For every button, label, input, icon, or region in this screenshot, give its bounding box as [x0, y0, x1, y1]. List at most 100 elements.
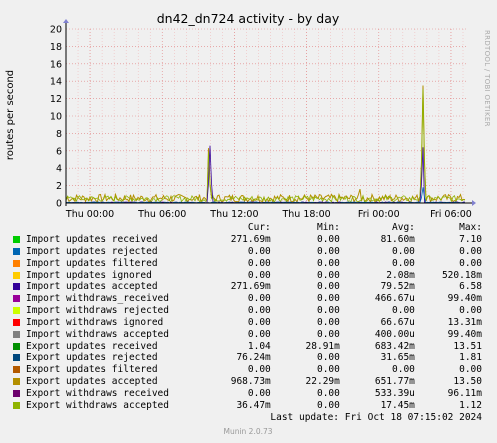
y-axis-label: routes per second: [5, 70, 16, 160]
legend-swatch: [13, 271, 20, 279]
legend-cur: 0.00: [247, 245, 271, 257]
legend-series-name: Export updates filtered: [26, 364, 158, 376]
legend-max: 13.51: [453, 340, 482, 352]
legend-max: 1.81: [459, 352, 482, 364]
legend-cur: 0.00: [247, 364, 271, 376]
legend-max: 0.00: [459, 364, 482, 376]
legend-max: 0.00: [459, 245, 482, 257]
legend-max: 6.58: [459, 281, 482, 293]
legend-min: 22.29m: [305, 376, 340, 388]
legend-avg: 0.00: [392, 305, 415, 317]
y-tick-label: 2: [56, 181, 62, 192]
legend-swatch: [13, 366, 20, 374]
legend-avg: 31.65m: [380, 352, 415, 364]
legend-series-name: Import withdraws accepted: [26, 328, 169, 340]
legend-min: 0.00: [316, 293, 340, 305]
legend-cur: 0.00: [247, 305, 271, 317]
legend-avg: 466.67u: [374, 293, 415, 305]
legend-header: Cur: Min: Avg: Max:: [12, 222, 482, 234]
x-tick-label: Fri 00:00: [358, 209, 400, 220]
legend-series-name: Export withdraws received: [26, 387, 169, 399]
legend-min: 0.00: [316, 352, 340, 364]
series-line: [66, 145, 465, 204]
legend-swatch: [13, 378, 20, 386]
x-tick-label: Thu 18:00: [281, 209, 330, 220]
legend-swatch: [13, 318, 20, 326]
legend-min: 0.00: [316, 269, 340, 281]
y-tick-label: 10: [50, 112, 62, 123]
legend-swatch: [13, 247, 20, 255]
legend-min: 0.00: [316, 399, 340, 411]
legend-series-name: Import withdraws ignored: [26, 316, 164, 328]
legend-row: Import updates filtered 0.00 0.00 0.00 0.00: [12, 258, 482, 270]
legend-avg: 533.39u: [374, 387, 415, 399]
legend-series-name: Export updates accepted: [26, 376, 158, 388]
legend-series-name: Export updates received: [26, 340, 158, 352]
legend-avg: 0.00: [392, 245, 415, 257]
legend-series-name: Export updates rejected: [26, 352, 158, 364]
legend-cur: 271.69m: [230, 234, 271, 245]
legend-cur: 0.00: [247, 293, 271, 305]
legend-avg: 2.08m: [386, 269, 415, 281]
legend-max: 96.11m: [447, 387, 482, 399]
legend-row: Import updates ignored 0.00 0.00 2.08m 520.1…: [12, 270, 482, 282]
y-ticks: 0 2 4 6 8 10 12 14 16 18 20: [50, 25, 62, 210]
legend-swatch: [13, 259, 20, 267]
legend-row: Export updates accepted 968.73m 22.29m 651.…: [12, 376, 482, 388]
y-tick-label: 6: [56, 146, 62, 157]
legend-swatch: [13, 401, 20, 409]
y-axis-arrow: [63, 19, 69, 23]
x-axis-arrow: [472, 200, 476, 206]
legend-series-name: Export withdraws accepted: [26, 399, 169, 411]
chart-title: dn42_dn724 activity - by day: [157, 11, 340, 26]
grid: [65, 28, 466, 204]
legend-cur: 968.73m: [230, 376, 271, 388]
legend-swatch: [13, 295, 20, 303]
legend-min: 28.91m: [305, 340, 340, 352]
legend-swatch: [13, 236, 20, 243]
legend-swatch: [13, 342, 20, 350]
legend-row: Import updates received 271.69m 0.00 81.60m…: [12, 234, 482, 246]
y-tick-label: 12: [50, 94, 62, 105]
y-tick-label: 20: [50, 25, 62, 36]
legend-avg: 79.52m: [380, 281, 415, 293]
series-lines: [65, 85, 466, 204]
legend-avg: 66.67u: [380, 316, 415, 328]
legend-row: Import updates accepted 271.69m 0.00 79.52m…: [12, 281, 482, 293]
legend-max: 7.10: [459, 234, 482, 245]
legend-avg: 0.00: [392, 257, 415, 269]
legend-avg: 0.00: [392, 364, 415, 376]
legend-cur: 0.00: [247, 316, 271, 328]
legend-min: 0.00: [316, 387, 340, 399]
legend-series-name: Import withdraws rejected: [26, 305, 169, 317]
munin-version: Munin 2.0.73: [223, 427, 272, 436]
legend-max: 13.50: [453, 376, 482, 388]
x-tick-label: Thu 12:00: [209, 209, 258, 220]
last-update: Last update: Fri Oct 18 07:15:02 2024: [270, 412, 482, 423]
legend-swatch: [13, 283, 20, 291]
legend-min: 0.00: [316, 245, 340, 257]
y-tick-label: 16: [50, 59, 62, 70]
legend-min: 0.00: [316, 364, 340, 376]
legend-row: Export withdraws received 0.00 0.00 533.39u…: [12, 388, 482, 400]
series-line: [65, 85, 466, 204]
legend-max: 13.31m: [447, 316, 482, 328]
legend-swatch: [13, 389, 20, 397]
legend-min: 0.00: [316, 316, 340, 328]
legend-row: Import withdraws_received 0.00 0.00 466.67u…: [12, 293, 482, 305]
legend: Cur: Min: Avg: Max: Import updates recei…: [12, 222, 482, 412]
legend-cur: 271.69m: [230, 281, 271, 293]
legend-cur: 0.00: [247, 328, 271, 340]
x-ticks: Thu 00:00 Thu 06:00 Thu 12:00 Thu 18:00 Fri …: [65, 209, 472, 220]
y-tick-label: 14: [50, 77, 62, 88]
axes: [63, 19, 476, 206]
rrdtool-credit: RRDTOOL / TOBI OETIKER: [483, 30, 491, 127]
legend-avg: 81.60m: [380, 234, 415, 245]
legend-row: Export updates rejected 76.24m 0.00 31.65m 1…: [12, 352, 482, 364]
legend-row: Export updates filtered 0.00 0.00 0.00 0.00: [12, 364, 482, 376]
legend-series-name: Import updates received: [26, 234, 158, 245]
legend-series-name: Import updates accepted: [26, 281, 158, 293]
legend-header-min: Min:: [316, 222, 340, 233]
legend-series-name: Import updates rejected: [26, 245, 158, 257]
legend-cur: 36.47m: [236, 399, 271, 411]
